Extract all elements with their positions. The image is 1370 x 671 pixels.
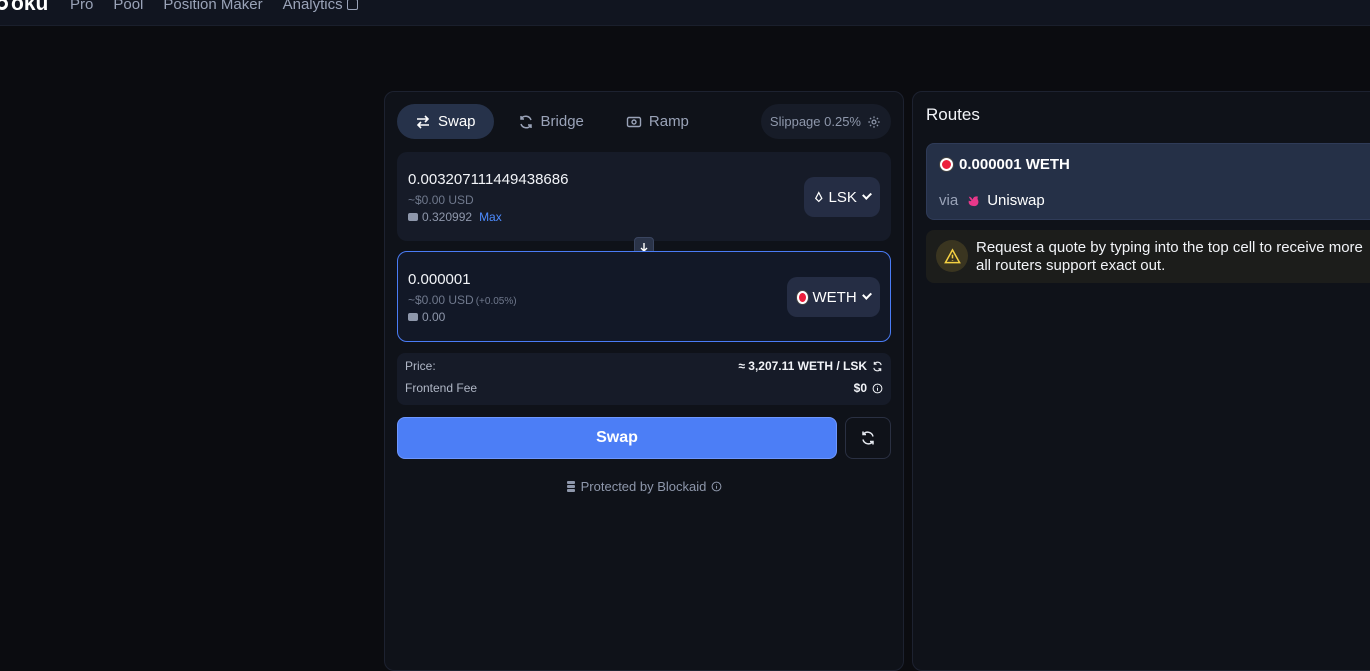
fee-label: Frontend Fee	[405, 381, 478, 395]
logo-icon	[0, 0, 8, 10]
slippage-label: Slippage 0.25%	[769, 114, 861, 129]
to-usd-amount: ~$0.00 USD	[408, 293, 474, 307]
warning-icon	[936, 240, 968, 272]
protected-text: Protected by Blockaid	[580, 479, 707, 494]
weth-token-icon	[797, 290, 808, 304]
tab-ramp[interactable]: Ramp	[608, 104, 707, 139]
lsk-token-icon	[814, 191, 823, 203]
uniswap-unicorn-icon	[968, 196, 979, 207]
oku-logo[interactable]: oku	[0, 0, 48, 16]
price-row: Price: ≈ 3,207.11 WETH / LSK	[405, 359, 883, 373]
fee-value-info[interactable]: $0	[854, 381, 883, 395]
price-value: ≈ 3,207.11 WETH / LSK	[738, 359, 867, 373]
to-token-symbol: WETH	[812, 288, 857, 306]
from-token-box: 0.003207111449438686 ~$0.00 USD 0.320992…	[397, 152, 891, 241]
to-token-select[interactable]: WETH	[787, 277, 880, 317]
to-balance: 0.00	[408, 310, 445, 324]
blockaid-protection[interactable]: Protected by Blockaid	[385, 479, 903, 494]
logo-text: oku	[11, 0, 49, 15]
nav-analytics-label: Analytics	[282, 0, 343, 13]
warning-line-1: Request a quote by typing into the top c…	[976, 239, 1363, 256]
cash-icon	[626, 116, 642, 127]
via-label: via	[939, 192, 959, 209]
nav-pro[interactable]: Pro	[70, 0, 93, 13]
swap-panel: Swap Bridge Ramp Slippage 0.25% 0.003207…	[384, 91, 904, 671]
to-token-box: 0.000001 ~$0.00 USD (+0.05%) 0.00 WETH	[397, 251, 891, 342]
tab-ramp-label: Ramp	[648, 113, 689, 130]
routes-panel: Routes 0.000001 WETH via Uniswap Request…	[912, 91, 1370, 671]
to-amount-input[interactable]: 0.000001	[408, 271, 471, 288]
nav-analytics[interactable]: Analytics	[283, 0, 358, 13]
tab-swap[interactable]: Swap	[397, 104, 494, 139]
tab-swap-label: Swap	[438, 113, 476, 130]
quote-warning: Request a quote by typing into the top c…	[926, 230, 1370, 283]
warning-text: Request a quote by typing into the top c…	[976, 239, 1370, 275]
to-balance-value: 0.00	[422, 310, 446, 324]
route-provider: via Uniswap	[939, 192, 1045, 209]
top-nav-bar: oku Pro Pool Position Maker Analytics	[0, 0, 1370, 26]
route-amount: 0.000001 WETH	[940, 156, 1070, 173]
weth-token-icon	[940, 158, 953, 171]
to-usd-change: (+0.05%)	[475, 296, 517, 307]
external-link-icon	[346, 0, 358, 10]
wallet-icon	[408, 213, 418, 221]
route-option[interactable]: 0.000001 WETH via Uniswap	[926, 143, 1370, 220]
nav-pool[interactable]: Pool	[113, 0, 143, 13]
wallet-icon	[408, 313, 418, 321]
slippage-settings-button[interactable]: Slippage 0.25%	[760, 104, 891, 139]
info-icon	[872, 383, 883, 393]
to-usd-value: ~$0.00 USD (+0.05%)	[408, 293, 517, 307]
warning-line-2: all routers support exact out.	[976, 257, 1166, 274]
gear-icon	[868, 115, 880, 128]
chevron-down-icon	[861, 289, 872, 301]
chevron-down-icon	[861, 190, 872, 200]
main-nav: Pro Pool Position Maker Analytics	[70, 0, 358, 13]
route-amount-value: 0.000001 WETH	[959, 156, 1070, 173]
route-provider-name: Uniswap	[987, 192, 1045, 209]
refresh-icon	[862, 431, 874, 445]
from-usd-value: ~$0.00 USD	[408, 193, 474, 207]
fee-row: Frontend Fee $0	[405, 381, 883, 395]
refresh-icon	[873, 361, 882, 371]
nav-position-maker[interactable]: Position Maker	[163, 0, 262, 13]
tab-bridge-label: Bridge	[540, 113, 584, 130]
refresh-quote-button[interactable]	[845, 417, 891, 459]
info-icon	[711, 481, 722, 492]
swap-submit-button[interactable]: Swap	[397, 417, 837, 459]
from-token-select[interactable]: LSK	[804, 177, 880, 217]
from-balance: 0.320992 Max	[408, 210, 502, 224]
tab-bridge[interactable]: Bridge	[500, 104, 602, 139]
max-button[interactable]: Max	[479, 210, 502, 224]
price-label: Price:	[405, 359, 436, 373]
from-amount-input[interactable]: 0.003207111449438686	[408, 171, 568, 188]
bridge-cycle-icon	[519, 114, 532, 129]
swap-tabs: Swap Bridge Ramp	[397, 104, 707, 139]
blockaid-icon	[566, 481, 575, 492]
from-token-symbol: LSK	[828, 188, 857, 206]
swap-arrows-icon	[416, 114, 430, 129]
swap-info-panel: Price: ≈ 3,207.11 WETH / LSK Frontend Fe…	[397, 353, 891, 405]
from-balance-value: 0.320992	[422, 210, 473, 224]
price-value-toggle[interactable]: ≈ 3,207.11 WETH / LSK	[738, 359, 883, 373]
routes-title: Routes	[926, 105, 980, 124]
fee-value: $0	[853, 381, 867, 395]
